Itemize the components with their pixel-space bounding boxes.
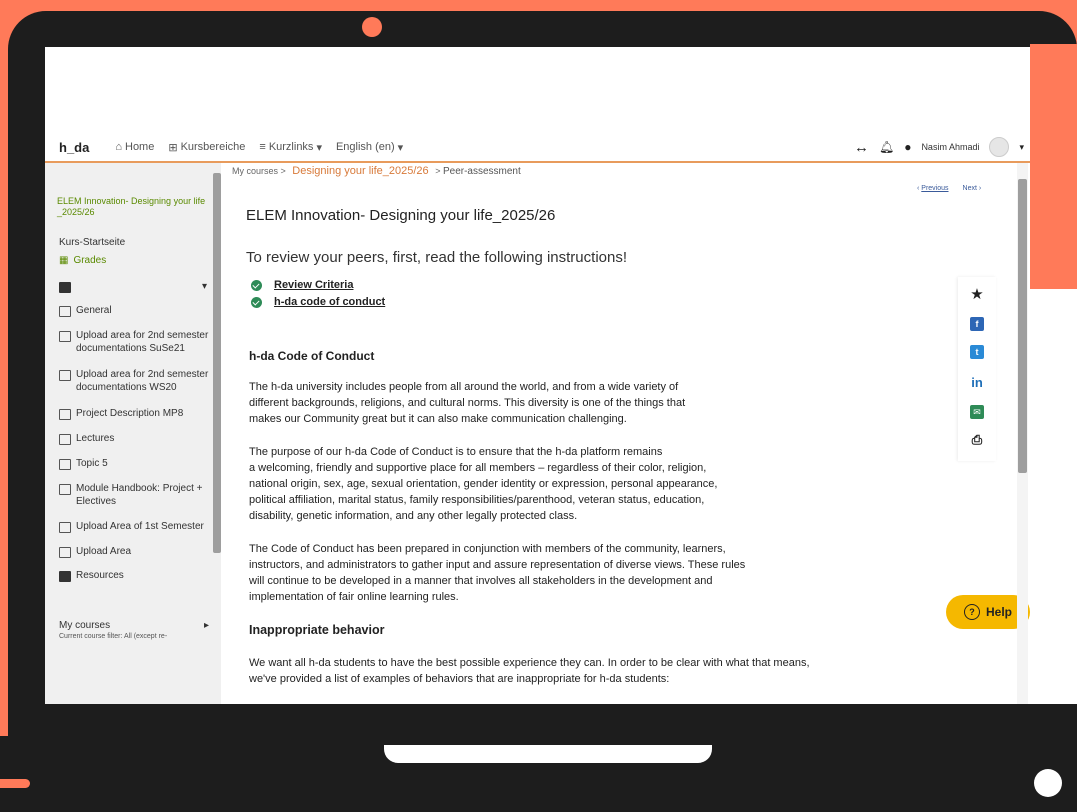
sidebar-item-kurs-startseite[interactable]: Kurs-Startseite	[59, 236, 125, 249]
nav-home[interactable]: ⌂ Home	[115, 141, 154, 153]
chevron-down-icon: ▾	[201, 281, 207, 292]
expand-arrows-icon[interactable]: ↔	[854, 139, 869, 156]
next-link[interactable]: Next ›	[963, 185, 982, 192]
folder-icon	[59, 522, 71, 533]
sidebar-item-upload-ws20[interactable]: Upload area for 2nd semester documentati…	[59, 368, 209, 394]
folder-icon	[59, 370, 71, 381]
background-accent	[1030, 44, 1077, 289]
laptop-accent	[0, 779, 30, 788]
check-circle-icon	[251, 296, 262, 308]
page-navigation: ‹ Previous Next ›	[917, 185, 981, 192]
chevron-down-icon: ▾	[397, 141, 404, 154]
sidebar-item-upload-area[interactable]: Upload Area	[59, 545, 131, 558]
page-title: ELEM Innovation- Designing your life_202…	[246, 207, 556, 224]
camera-dot	[362, 17, 382, 37]
page-scrollbar-thumb[interactable]	[1018, 179, 1027, 473]
top-navbar: h_da ⌂ Home ⊞ Kursbereiche ≡ Kurzlinks ▾ Eng…	[45, 133, 1030, 163]
breadcrumb-separator: >	[435, 166, 441, 176]
share-bar: ★ f t in ✉ ⎙	[958, 277, 996, 461]
star-icon[interactable]: ★	[970, 286, 984, 303]
sidebar-item-general[interactable]: General	[59, 304, 112, 317]
folder-icon	[59, 547, 71, 558]
question-icon: ?	[963, 604, 980, 620]
sidebar-item-topic5[interactable]: Topic 5	[59, 457, 108, 470]
instruction-links: Review Criteria h-da code of conduct	[251, 279, 385, 313]
coc-heading: h-da Code of Conduct	[249, 349, 375, 363]
folder-icon	[59, 306, 71, 317]
previous-link[interactable]: ‹ Previous	[917, 185, 949, 192]
folder-icon	[59, 459, 71, 470]
link-code-of-conduct[interactable]: h-da code of conduct	[251, 296, 385, 308]
blank-area	[45, 47, 1030, 133]
sidebar-my-courses[interactable]: My courses ▸	[59, 620, 209, 631]
bell-icon[interactable]: 🔔︎	[879, 140, 894, 154]
home-icon: ⌂	[115, 141, 122, 153]
avatar[interactable]	[989, 137, 1010, 157]
link-review-criteria[interactable]: Review Criteria	[251, 279, 385, 291]
site-logo[interactable]: h_da	[59, 140, 89, 155]
page-subtitle: To review your peers, first, read the fo…	[246, 249, 627, 266]
table-icon: ▦	[59, 255, 69, 266]
archive-icon	[59, 571, 71, 582]
breadcrumb-root[interactable]: My courses >	[232, 166, 286, 176]
breadcrumb: My courses > Designing your life_2025/26…	[232, 165, 521, 177]
twitter-icon[interactable]: t	[970, 345, 984, 359]
breadcrumb-last: Peer-assessment	[442, 166, 521, 177]
sidebar-item-upload-1st-semester[interactable]: Upload Area of 1st Semester	[59, 520, 204, 533]
check-circle-icon	[251, 279, 262, 291]
coc-paragraph-2: The purpose of our h-da Code of Conduct …	[249, 446, 718, 522]
laptop-notch	[384, 745, 712, 763]
page-scrollbar[interactable]	[1017, 163, 1028, 704]
nav-kursbereiche[interactable]: ⊞ Kursbereiche	[168, 141, 245, 154]
sidebar-scrollbar[interactable]	[213, 173, 221, 553]
folder-icon	[59, 484, 71, 495]
menu-icon: ≡	[259, 141, 266, 153]
course-sidebar: ELEM Innovation- Designing your life _20…	[45, 163, 221, 704]
background-panel	[1030, 289, 1077, 704]
folder-icon	[59, 409, 71, 420]
chevron-down-icon[interactable]: ▾	[1019, 142, 1024, 153]
sidebar-item-upload-suse21[interactable]: Upload area for 2nd semester documentati…	[59, 329, 209, 355]
inappropriate-heading: Inappropriate behavior	[249, 623, 385, 637]
folder-icon	[59, 282, 71, 293]
chat-icon[interactable]: ●	[904, 140, 911, 154]
folder-icon	[59, 331, 71, 342]
email-icon[interactable]: ✉	[970, 405, 984, 419]
sidebar-item-lectures[interactable]: Lectures	[59, 432, 114, 445]
inappropriate-paragraph: We want all h-da students to have the be…	[249, 657, 810, 685]
sidebar-item-module-handbook[interactable]: Module Handbook: Project + Electives	[59, 482, 209, 508]
sidebar-course-title[interactable]: ELEM Innovation- Designing your life _20…	[57, 196, 207, 218]
main-content: My courses > Designing your life_2025/26…	[221, 163, 1030, 704]
chevron-right-icon: ▸	[203, 620, 209, 631]
navbar-right: ↔ 🔔︎ ● Nasim Ahmadi ▾	[854, 137, 1024, 157]
user-name[interactable]: Nasim Ahmadi	[921, 142, 979, 152]
folder-icon	[59, 434, 71, 445]
sidebar-course-filter: Current course filter: All (except re-	[59, 633, 168, 640]
sitemap-icon: ⊞	[168, 141, 178, 154]
facebook-icon[interactable]: f	[970, 317, 984, 331]
sidebar-item-resources[interactable]: Resources	[59, 569, 124, 582]
chevron-down-icon: ▾	[316, 141, 322, 154]
breadcrumb-current[interactable]: Designing your life_2025/26	[292, 165, 428, 177]
coc-paragraph-1: The h-da university includes people from…	[249, 381, 686, 425]
nav-kurzlinks[interactable]: ≡ Kurzlinks ▾	[259, 141, 322, 154]
sidebar-item-grades[interactable]: ▦ Grades	[59, 254, 106, 267]
nav-language[interactable]: English (en) ▾	[336, 141, 403, 154]
coc-paragraph-3: The Code of Conduct has been prepared in…	[249, 543, 746, 603]
linkedin-icon[interactable]: in	[970, 375, 984, 390]
laptop-dot	[1034, 769, 1062, 797]
sidebar-item-folder-toggle[interactable]: ▾	[59, 280, 207, 293]
browser-screen: h_da ⌂ Home ⊞ Kursbereiche ≡ Kurzlinks ▾ Eng…	[45, 47, 1030, 704]
sidebar-item-project-description[interactable]: Project Description MP8	[59, 407, 183, 420]
print-icon[interactable]: ⎙	[970, 432, 984, 447]
